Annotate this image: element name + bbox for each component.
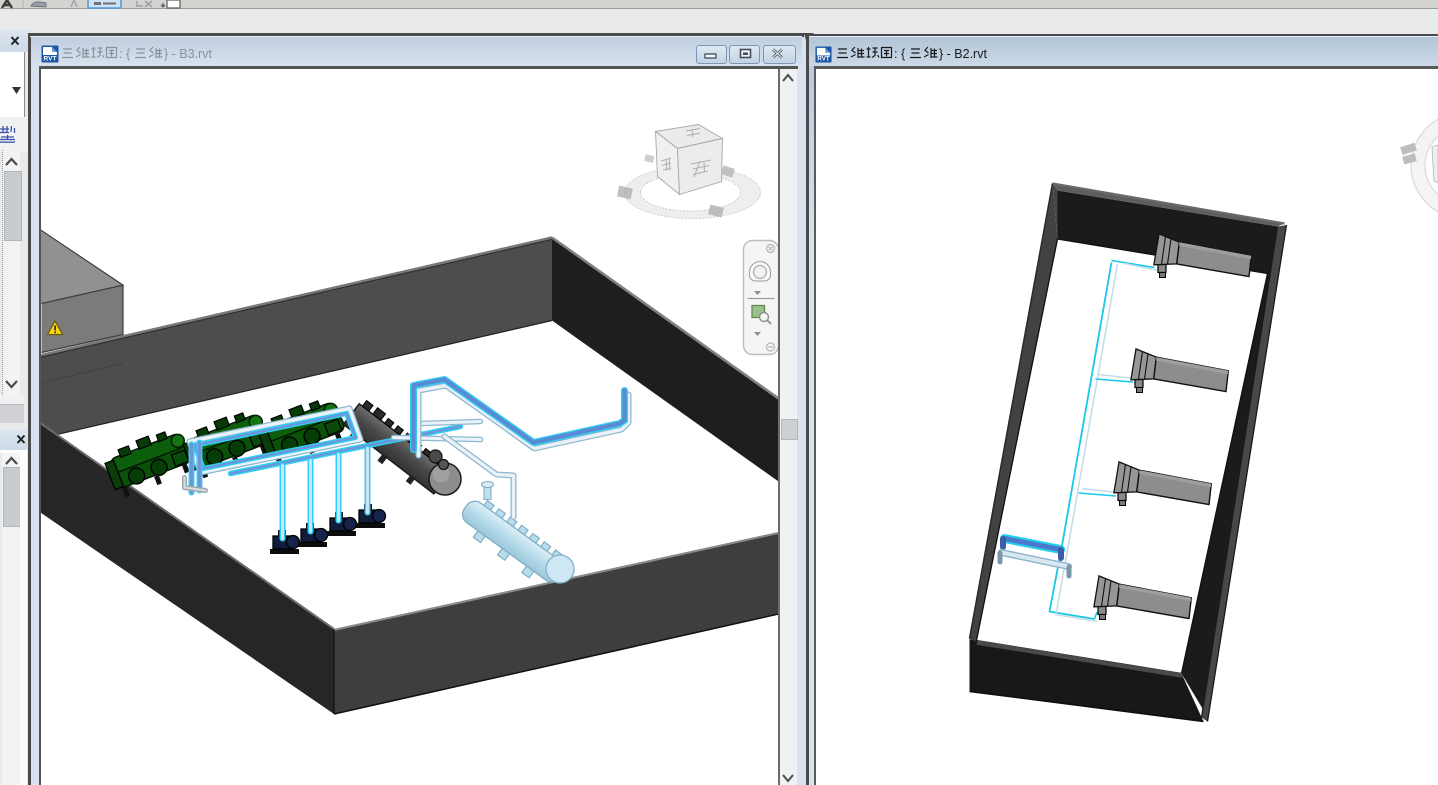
svg-text:RVT: RVT bbox=[44, 56, 57, 63]
svg-text:: {: : { bbox=[894, 47, 905, 61]
svg-text:RVT: RVT bbox=[817, 56, 829, 63]
svg-text:} - B2.rvt: } - B2.rvt bbox=[939, 47, 987, 61]
svg-text:: {: : { bbox=[119, 47, 130, 61]
svg-text:} - B3.rvt: } - B3.rvt bbox=[164, 47, 212, 61]
